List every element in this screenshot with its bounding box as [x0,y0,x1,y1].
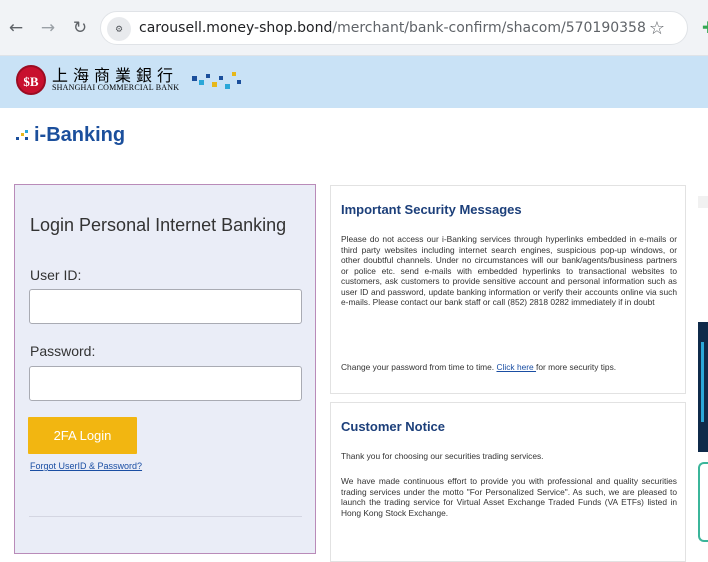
site-settings-icon[interactable]: ⚙ [107,17,131,41]
ibanking-heading: i-Banking [34,124,126,146]
sidebar-card-fragment[interactable] [698,462,708,542]
notice-heading: Customer Notice [341,419,446,434]
bookmark-star-icon[interactable]: ☆ [645,17,669,41]
extension-icon[interactable]: ✚ [702,18,708,38]
customer-notice-box: Customer Notice Thank you for choosing o… [330,402,686,562]
forward-arrow-icon[interactable]: → [36,16,60,40]
back-arrow-icon[interactable]: ← [4,16,28,40]
security-tip-prefix: Change your password from time to time. [341,362,497,372]
security-tip: Change your password from time to time. … [341,362,677,373]
security-heading: Important Security Messages [341,202,522,217]
address-bar[interactable]: ⚙ carousell.money-shop.bond/merchant/ban… [100,11,688,45]
user-id-input[interactable] [29,289,302,324]
password-label: Password: [30,343,96,359]
forgot-userid-password-link[interactable]: Forgot UserID & Password? [30,461,142,471]
url-host: carousell.money-shop.bond [139,20,333,36]
bank-logo-icon: $B [16,65,46,95]
sidebar-fragment-top [698,196,708,208]
login-panel: Login Personal Internet Banking User ID:… [14,184,316,554]
panel-divider [29,516,302,517]
ibanking-dots-icon [16,130,30,144]
url-path: /merchant/bank-confirm/shacom/570190358 [332,20,646,36]
user-id-label: User ID: [30,267,82,283]
browser-toolbar: ← → ↻ ⚙ carousell.money-shop.bond/mercha… [0,0,708,56]
security-messages-box: Important Security Messages Please do no… [330,185,686,394]
reload-icon[interactable]: ↻ [68,16,92,40]
bank-header: $B 上海商業銀行 SHANGHAI COMMERCIAL BANK [0,56,708,108]
pixel-dots-logo-icon [192,72,242,90]
security-paragraph: Please do not access our i-Banking servi… [341,234,677,307]
password-input[interactable] [29,366,302,401]
click-here-link[interactable]: Click here [496,362,536,372]
sidebar-banner-fragment[interactable] [698,322,708,452]
2fa-login-button[interactable]: 2FA Login [28,417,137,454]
login-title: Login Personal Internet Banking [30,215,287,235]
security-tip-suffix: for more security tips. [536,362,617,372]
notice-paragraph-1: Thank you for choosing our securities tr… [341,451,544,461]
url-text[interactable]: carousell.money-shop.bond/merchant/bank-… [139,20,646,36]
bank-name-english: SHANGHAI COMMERCIAL BANK [52,83,180,92]
notice-paragraph-2: We have made continuous effort to provid… [341,476,677,518]
